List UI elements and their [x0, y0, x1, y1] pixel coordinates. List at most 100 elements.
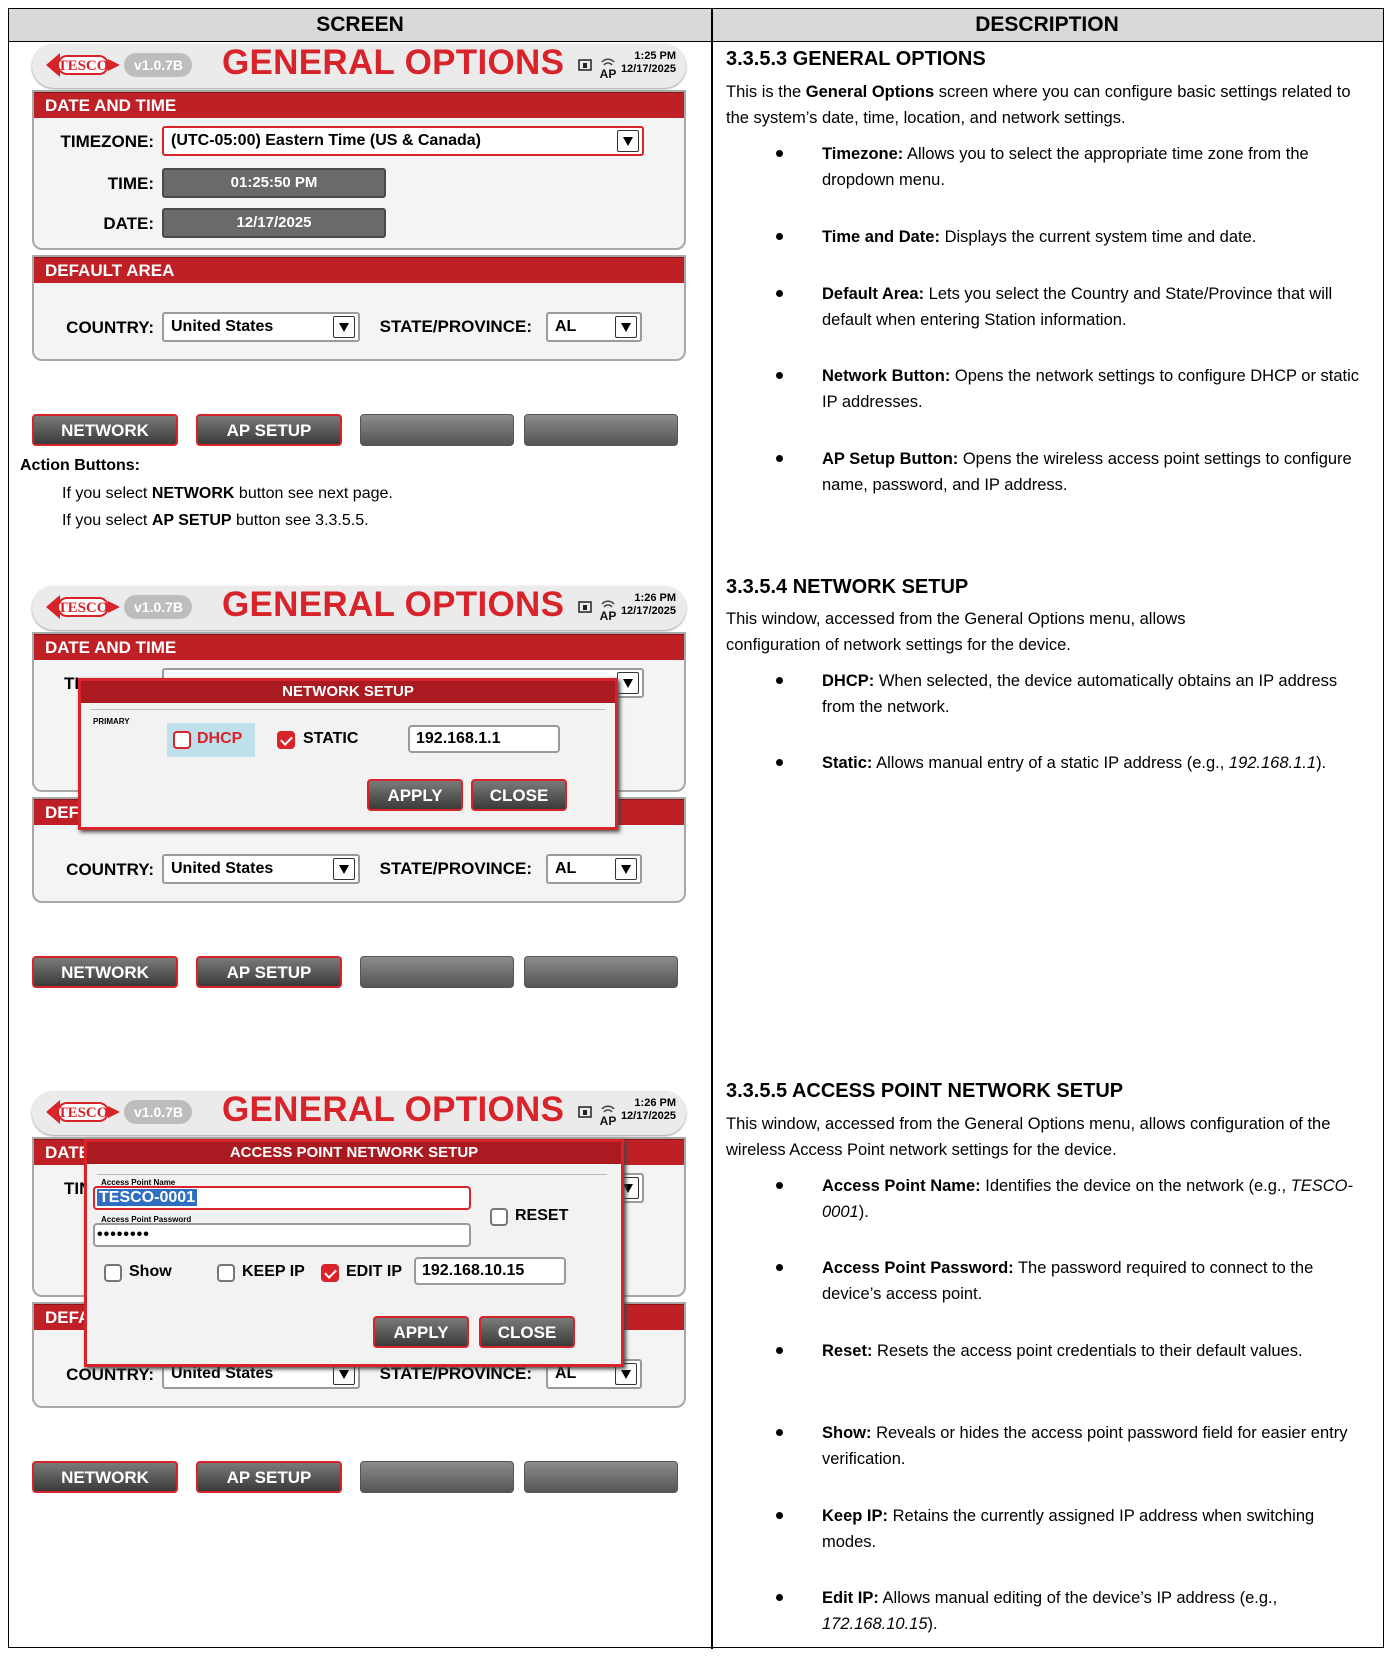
- bullet-default-area: Default Area: Lets you select the Countr…: [822, 285, 1333, 329]
- intro-general-options: This is the General Options screen where…: [726, 83, 1351, 127]
- divider: [97, 1174, 607, 1175]
- edit-ip-label: EDIT IP: [346, 1263, 403, 1280]
- bullet-icon: [776, 455, 783, 462]
- screen-general-options: TESCO v1.0.7B GENERAL OPTIONS AP 1:25 PM…: [24, 43, 694, 464]
- bullet-timezone: Timezone: Allows you to select the appro…: [822, 145, 1309, 189]
- bullet-icon: [776, 1512, 783, 1519]
- state-label: STATE/PROVINCE:: [379, 317, 532, 336]
- clock: 1:25 PM 12/17/2025: [620, 50, 676, 75]
- bullet-icon: [776, 1182, 783, 1189]
- static-ip-input[interactable]: 192.168.1.1: [408, 725, 560, 753]
- version-badge: v1.0.7B: [124, 595, 192, 619]
- close-button[interactable]: CLOSE: [471, 779, 567, 811]
- dhcp-label: DHCP: [197, 730, 243, 747]
- blank-button-2[interactable]: [524, 414, 678, 446]
- dhcp-checkbox[interactable]: [173, 731, 191, 749]
- static-checkbox[interactable]: [277, 731, 295, 749]
- ap-setup-button[interactable]: AP SETUP: [196, 956, 342, 988]
- blank-button-1[interactable]: [360, 1461, 514, 1493]
- network-button[interactable]: NETWORK: [32, 1461, 178, 1493]
- state-label: STATE/PROVINCE:: [379, 1364, 532, 1383]
- top-bar: TESCO v1.0.7B GENERAL OPTIONS AP 1:26 PM…: [32, 585, 686, 630]
- bullet-show: Show: Reveals or hides the access point …: [822, 1424, 1348, 1468]
- reset-checkbox[interactable]: [490, 1208, 508, 1226]
- bullet-ap-name: Access Point Name: Identifies the device…: [822, 1177, 1354, 1221]
- show-checkbox[interactable]: [104, 1264, 122, 1282]
- ap-setup-button[interactable]: AP SETUP: [196, 1461, 342, 1493]
- usb-icon: AP: [578, 600, 616, 622]
- timezone-select[interactable]: (UTC-05:00) Eastern Time (US & Canada): [162, 126, 644, 156]
- clock: 1:26 PM 12/17/2025: [620, 592, 676, 617]
- show-label: Show: [129, 1263, 172, 1280]
- time-display: 01:25:50 PM: [162, 168, 386, 198]
- date-label: DATE:: [103, 214, 154, 233]
- svg-text:TESCO: TESCO: [58, 58, 109, 74]
- blank-button-2[interactable]: [524, 1461, 678, 1493]
- time-label: TIME:: [107, 174, 154, 193]
- network-button[interactable]: NETWORK: [32, 956, 178, 988]
- chevron-down-icon: [615, 316, 637, 338]
- ap-name-input[interactable]: TESCO-0001: [93, 1186, 471, 1210]
- bullet-icon: [776, 1429, 783, 1436]
- date-display: 12/17/2025: [162, 208, 386, 238]
- bullet-icon: [776, 1594, 783, 1601]
- bullet-dhcp: DHCP: When selected, the device automati…: [822, 672, 1338, 716]
- close-button[interactable]: CLOSE: [479, 1316, 575, 1348]
- intro-network-setup: This window, accessed from the General O…: [726, 610, 1186, 654]
- date-time-header: DATE AND TIME: [34, 92, 684, 118]
- page-title: GENERAL OPTIONS: [222, 43, 565, 82]
- svg-text:AP: AP: [600, 67, 617, 80]
- dhcp-option[interactable]: DHCP: [167, 723, 255, 757]
- chevron-down-icon: [333, 858, 355, 880]
- bullet-static: Static: Allows manual entry of a static …: [822, 754, 1327, 772]
- state-select[interactable]: AL: [546, 854, 642, 884]
- action-note-ap-setup: If you select AP SETUP button see 3.3.5.…: [62, 512, 369, 529]
- column-header-description: DESCRIPTION: [711, 9, 1383, 42]
- section-heading-general-options: 3.3.5.3 GENERAL OPTIONS: [726, 48, 986, 70]
- edit-ip-input[interactable]: 192.168.10.15: [414, 1257, 566, 1285]
- section-heading-network-setup: 3.3.5.4 NETWORK SETUP: [726, 576, 969, 598]
- bullet-icon: [776, 677, 783, 684]
- bullet-ap-setup-button: AP Setup Button: Opens the wireless acce…: [822, 450, 1352, 494]
- country-select[interactable]: United States: [162, 312, 360, 342]
- access-point-dialog: ACCESS POINT NETWORK SETUP Access Point …: [84, 1139, 624, 1367]
- bullet-time-date: Time and Date: Displays the current syst…: [822, 228, 1257, 246]
- blank-button-1[interactable]: [360, 414, 514, 446]
- bullet-icon: [776, 1347, 783, 1354]
- network-button[interactable]: NETWORK: [32, 414, 178, 446]
- bullet-icon: [776, 233, 783, 240]
- usb-icon: AP: [578, 1105, 616, 1127]
- country-label: COUNTRY:: [66, 860, 154, 879]
- state-select[interactable]: AL: [546, 312, 642, 342]
- version-badge: v1.0.7B: [124, 1100, 192, 1124]
- blank-button-1[interactable]: [360, 956, 514, 988]
- date-time-header: DATE AND TIME: [34, 634, 684, 660]
- bullet-icon: [776, 759, 783, 766]
- bullet-icon: [776, 150, 783, 157]
- apply-button[interactable]: APPLY: [373, 1316, 469, 1348]
- version-badge: v1.0.7B: [124, 53, 192, 77]
- bullet-icon: [776, 290, 783, 297]
- bullet-keep-ip: Keep IP: Retains the currently assigned …: [822, 1507, 1315, 1551]
- edit-ip-checkbox[interactable]: [321, 1264, 339, 1282]
- bullet-edit-ip: Edit IP: Allows manual editing of the de…: [822, 1589, 1278, 1633]
- state-label: STATE/PROVINCE:: [379, 859, 532, 878]
- date-time-panel: DATE AND TIME TIMEZONE: (UTC-05:00) East…: [32, 90, 686, 250]
- keep-ip-checkbox[interactable]: [217, 1264, 235, 1282]
- clock: 1:26 PM 12/17/2025: [620, 1097, 676, 1122]
- intro-access-point: This window, accessed from the General O…: [726, 1115, 1331, 1159]
- primary-label: PRIMARY: [93, 717, 130, 726]
- apply-button[interactable]: APPLY: [367, 779, 463, 811]
- static-label: STATIC: [303, 730, 359, 747]
- bullet-reset: Reset: Resets the access point credentia…: [822, 1342, 1303, 1360]
- blank-button-2[interactable]: [524, 956, 678, 988]
- chevron-down-icon: [333, 316, 355, 338]
- ap-password-input[interactable]: ••••••••: [93, 1223, 471, 1247]
- country-label: COUNTRY:: [66, 1365, 154, 1384]
- bullet-network-button: Network Button: Opens the network settin…: [822, 367, 1360, 411]
- country-select[interactable]: United States: [162, 854, 360, 884]
- bullet-icon: [776, 372, 783, 379]
- default-area-header: DEFAULT AREA: [34, 257, 684, 283]
- usb-icon: AP: [578, 58, 617, 80]
- ap-setup-button[interactable]: AP SETUP: [196, 414, 342, 446]
